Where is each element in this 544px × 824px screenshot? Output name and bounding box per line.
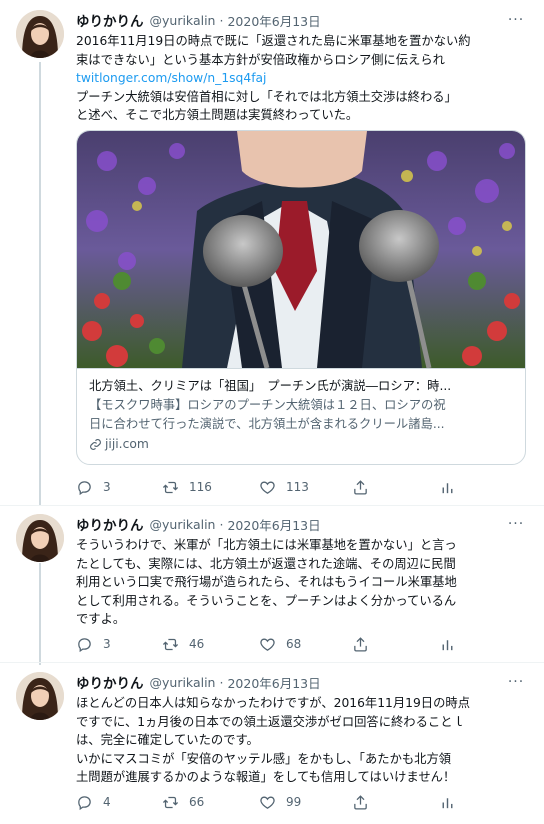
link-icon bbox=[90, 439, 101, 450]
tweet[interactable]: ゆりかりん @yurikalin · 2020年6月13日 ··· ほとんどの日… bbox=[0, 663, 544, 823]
reply-icon bbox=[78, 795, 91, 810]
tweet[interactable]: ゆりかりん @yurikalin · 2020年6月13日 ··· そういうわけ… bbox=[0, 506, 544, 661]
card-image[interactable] bbox=[77, 131, 525, 368]
like-button[interactable]: 68 bbox=[259, 636, 301, 653]
retweet-count: 46 bbox=[189, 637, 205, 651]
user-handle[interactable]: @yurikalin bbox=[150, 675, 216, 690]
card-domain-text: jiji.com bbox=[105, 437, 149, 451]
card-text[interactable]: 北方領土、クリミアは「祖国」 プーチン氏が演説―ロシア：時... 【モスクワ時事… bbox=[77, 368, 525, 464]
reply-button[interactable]: 4 bbox=[76, 794, 111, 811]
separator-dot: · bbox=[219, 674, 224, 690]
tweet-text-line: と述べ、そこで北方領土問題は実質終わっていた。 bbox=[76, 108, 359, 122]
tweet-text-line: そういうわけで、米軍が「北方領土には米軍基地を置かない」と言っ bbox=[76, 538, 457, 552]
tweet-text: そういうわけで、米軍が「北方領土には米軍基地を置かない」と言っ たとしても、実際… bbox=[76, 536, 530, 629]
analytics-button[interactable] bbox=[439, 636, 466, 653]
retweet-button[interactable]: 66 bbox=[162, 794, 204, 811]
tweet-link[interactable]: twitlonger.com/show/n_1sq4faj bbox=[76, 69, 530, 88]
reply-button[interactable]: 3 bbox=[76, 479, 111, 496]
card-description: 日に合わせて行った演説で、北方領土が含まれるクリール諸島... bbox=[89, 417, 445, 431]
tweet-actions: 3 116 113 bbox=[76, 476, 496, 498]
tweet-text-line: 2016年11月19日の時点で既に「返還された島に米軍基地を置かない約 bbox=[76, 34, 471, 48]
share-icon bbox=[354, 636, 367, 652]
tweet-actions: 4 66 99 bbox=[76, 791, 496, 813]
tweet-text: ほとんどの日本人は知らなかったわけですが、2016年11月19日の時点 ですでに… bbox=[76, 694, 530, 787]
retweet-icon bbox=[162, 481, 179, 493]
avatar[interactable] bbox=[16, 672, 64, 720]
retweet-button[interactable]: 46 bbox=[162, 636, 204, 653]
reply-icon bbox=[78, 480, 91, 495]
analytics-icon bbox=[442, 639, 453, 650]
tweet[interactable]: ゆりかりん @yurikalin · 2020年6月13日 ··· 2016年1… bbox=[0, 0, 544, 500]
tweet-text-line: たとしても、実際には、北方領土が返還された途端、その周辺に民間 bbox=[76, 556, 456, 571]
tweet-text-line: 土問題が進展するかのような報道」をしても信用してはいけません！ bbox=[76, 770, 456, 784]
like-button[interactable]: 113 bbox=[259, 479, 309, 496]
more-options-icon[interactable]: ··· bbox=[504, 10, 528, 30]
share-button[interactable] bbox=[352, 636, 379, 653]
analytics-button[interactable] bbox=[439, 479, 466, 496]
retweet-button[interactable]: 116 bbox=[162, 479, 212, 496]
separator-dot: · bbox=[219, 12, 224, 28]
tweet-text-line: は、完全に確定していたのです。 bbox=[76, 733, 259, 747]
separator-dot: · bbox=[219, 516, 224, 532]
like-button[interactable]: 99 bbox=[259, 794, 301, 811]
tweet-text-line: ですでに、1ヵ月後の日本での領土返還交渉がゼロ回答に終わることｌ bbox=[76, 714, 465, 729]
reply-icon bbox=[78, 637, 91, 652]
heart-icon bbox=[260, 638, 275, 651]
heart-icon bbox=[260, 796, 275, 809]
card-description: 【モスクワ時事】ロシアのプーチン大統領は１２日、ロシアの祝 bbox=[89, 398, 446, 412]
display-name[interactable]: ゆりかりん bbox=[76, 514, 144, 534]
card-title[interactable]: 北方領土、クリミアは「祖国」 プーチン氏が演説―ロシア：時... bbox=[89, 377, 513, 396]
tweet-text-line: ですよ。 bbox=[76, 612, 126, 626]
reply-count: 3 bbox=[103, 637, 111, 651]
reply-button[interactable]: 3 bbox=[76, 636, 111, 653]
share-button[interactable] bbox=[352, 479, 379, 496]
display-name[interactable]: ゆりかりん bbox=[76, 672, 144, 692]
avatar[interactable] bbox=[16, 10, 64, 58]
retweet-icon bbox=[162, 796, 179, 808]
like-count: 68 bbox=[286, 637, 302, 651]
tweet-header: ゆりかりん @yurikalin · 2020年6月13日 bbox=[76, 672, 321, 693]
retweet-icon bbox=[162, 638, 179, 650]
share-button[interactable] bbox=[352, 794, 379, 811]
more-options-icon[interactable]: ··· bbox=[504, 672, 528, 692]
share-icon bbox=[354, 479, 367, 495]
tweet-header: ゆりかりん @yurikalin · 2020年6月13日 bbox=[76, 514, 321, 535]
analytics-icon bbox=[442, 482, 453, 493]
reply-count: 3 bbox=[103, 480, 111, 494]
card-domain: jiji.com bbox=[89, 435, 513, 454]
tweet-header: ゆりかりん @yurikalin · 2020年6月13日 bbox=[76, 10, 321, 31]
more-options-icon[interactable]: ··· bbox=[504, 514, 528, 534]
retweet-count: 66 bbox=[189, 795, 205, 809]
like-count: 113 bbox=[286, 480, 309, 494]
reply-count: 4 bbox=[103, 795, 111, 809]
user-handle[interactable]: @yurikalin bbox=[150, 13, 216, 28]
tweet-date[interactable]: 2020年6月13日 bbox=[227, 11, 320, 30]
tweet-date[interactable]: 2020年6月13日 bbox=[227, 673, 320, 692]
tweet-text-line: 束はできない」という基本方針が安倍政権からロシア側に伝えられ bbox=[76, 52, 445, 67]
heart-icon bbox=[260, 481, 275, 494]
tweet-text-line: 利用という口実で飛行場が造られたら、それはもうイコール米軍基地 bbox=[76, 575, 457, 589]
analytics-button[interactable] bbox=[439, 794, 466, 811]
tweet-date[interactable]: 2020年6月13日 bbox=[227, 515, 320, 534]
link-preview-card[interactable]: 北方領土、クリミアは「祖国」 プーチン氏が演説―ロシア：時... 【モスクワ時事… bbox=[76, 130, 526, 465]
analytics-icon bbox=[442, 797, 453, 808]
tweet-text: 2016年11月19日の時点で既に「返還された島に米軍基地を置かない約 束はでき… bbox=[76, 32, 530, 125]
tweet-text-line: ほとんどの日本人は知らなかったわけですが、2016年11月19日の時点 bbox=[76, 696, 470, 710]
display-name[interactable]: ゆりかりん bbox=[76, 10, 144, 30]
tweet-text-line: として利用される。そういうことを、プーチンはよく分かっているん bbox=[76, 593, 457, 608]
like-count: 99 bbox=[286, 795, 302, 809]
tweet-text-line: いかにマスコミが「安倍のヤッテル感」をかもし、「あたかも北方領 bbox=[76, 751, 452, 766]
retweet-count: 116 bbox=[189, 480, 212, 494]
avatar[interactable] bbox=[16, 514, 64, 562]
tweet-text-line: プーチン大統領は安倍首相に対し「それでは北方領土交渉は終わる」 bbox=[76, 89, 457, 104]
share-icon bbox=[354, 794, 367, 810]
user-handle[interactable]: @yurikalin bbox=[150, 517, 216, 532]
tweet-actions: 3 46 68 bbox=[76, 633, 496, 655]
